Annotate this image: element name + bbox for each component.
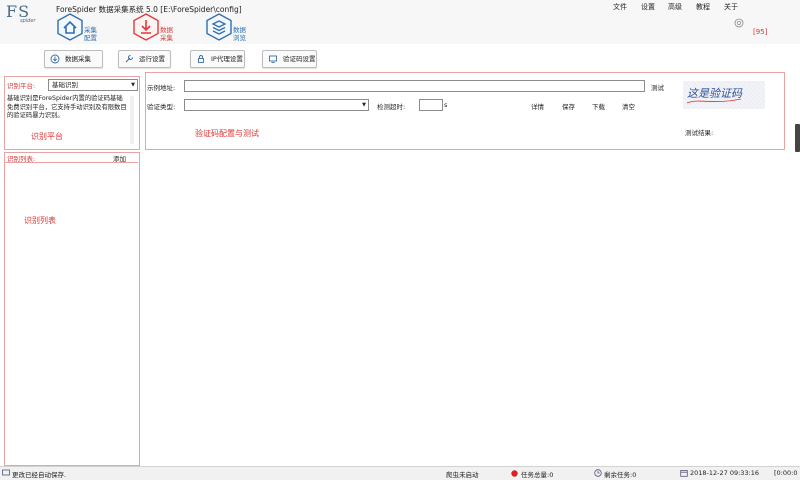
help-circle-icon[interactable] (734, 18, 744, 28)
page-indicator: [95] (753, 28, 768, 36)
platform-select[interactable]: 基础识别 ▼ (48, 79, 138, 91)
download-button[interactable]: 下载 (592, 101, 605, 111)
task-remaining: 剩余任务:0 (604, 471, 637, 479)
captcha-type-label: 验证类型: (147, 103, 176, 111)
save-button[interactable]: 保存 (562, 101, 575, 111)
timeout-label: 检测超时: (377, 103, 406, 111)
platform-selected-value: 基础识别 (52, 81, 78, 89)
nav-label-line2: 配置 (84, 34, 97, 42)
menu-advanced[interactable]: 高级 (668, 2, 682, 12)
list-annotation: 识别列表 (24, 216, 56, 225)
add-button[interactable]: 添加 (113, 153, 126, 163)
nav-data-collect-label: 数据 采集 (160, 26, 173, 42)
nav-label-line2: 浏览 (233, 34, 246, 42)
status-datetime: 2018-12-27 09:33:16 (690, 469, 760, 477)
elapsed-time: [0:00:0 (774, 469, 798, 477)
monitor-icon (2, 469, 10, 476)
menu-tutorial[interactable]: 教程 (696, 2, 710, 12)
test-button[interactable]: 测试 (651, 82, 664, 92)
ip-proxy-settings-label: IP代理设置 (211, 55, 243, 63)
captcha-settings-button[interactable]: 验证码设置 (262, 50, 317, 68)
calendar-icon (680, 470, 688, 477)
config-annotation: 验证码配置与测试 (195, 129, 259, 138)
crawler-state: 爬虫未启动 (446, 471, 479, 479)
data-collect-label: 数据采集 (65, 55, 91, 63)
platform-annotation: 识别平台 (31, 132, 63, 141)
layers-icon (206, 13, 232, 41)
nav-collect-config[interactable]: 采集 配置 (56, 13, 116, 43)
logo-subtext: spider (20, 18, 36, 24)
clear-button[interactable]: 清空 (622, 101, 635, 111)
nav-label-line1: 数据 (233, 26, 246, 34)
test-result-label: 测试结果: (685, 129, 714, 137)
lock-icon (198, 55, 204, 63)
platform-desc-scrollbar[interactable] (130, 96, 134, 144)
nav-label-line1: 数据 (160, 26, 173, 34)
chevron-down-icon: ▼ (131, 82, 135, 88)
nav-data-browse-label: 数据 浏览 (233, 26, 246, 42)
download-icon (133, 13, 159, 41)
example-url-input[interactable] (184, 80, 645, 92)
captcha-settings-label: 验证码设置 (283, 55, 316, 63)
status-bar: 更改已经自动保存. 爬虫未启动 任务总量:0 剩余任务:0 2018-12-27… (0, 466, 800, 480)
captcha-type-select[interactable]: ▼ (184, 99, 369, 111)
house-icon (57, 13, 83, 41)
menu-file[interactable]: 文件 (613, 2, 627, 12)
example-url-label: 示例地址: (147, 84, 176, 92)
run-settings-button[interactable]: 运行设置 (118, 50, 171, 68)
captcha-noise-line (686, 98, 742, 104)
cloud-download-icon (50, 54, 60, 64)
ip-proxy-settings-button[interactable]: IP代理设置 (190, 50, 245, 68)
nav-label-line1: 采集 (84, 26, 97, 34)
side-scroll-handle[interactable] (795, 124, 800, 152)
clock-icon (594, 469, 602, 477)
run-settings-label: 运行设置 (139, 55, 165, 63)
monitor-icon (269, 55, 277, 63)
task-total: 任务总量:0 (521, 471, 554, 479)
stop-dot-icon (511, 470, 518, 477)
recognition-list-panel (4, 152, 140, 466)
timeout-input[interactable] (419, 99, 443, 111)
menu-settings[interactable]: 设置 (641, 2, 655, 12)
menu-about[interactable]: 关于 (724, 2, 738, 12)
details-button[interactable]: 详情 (531, 101, 544, 111)
platform-label: 识别平台: (7, 82, 36, 90)
nav-label-line2: 采集 (160, 34, 173, 42)
nav-data-browse[interactable]: 数据 浏览 (205, 13, 265, 43)
nav-data-collect[interactable]: 数据 采集 (132, 13, 192, 43)
timeout-unit: s (444, 101, 448, 109)
captcha-image: 这是验证码 (683, 81, 765, 109)
recognition-list-label: 识别列表: (7, 155, 36, 163)
nav-collect-config-label: 采集 配置 (84, 26, 97, 42)
platform-description: 基础识别是ForeSpider内置的验证码基础免费识别平台，它支持手动识别及有限… (7, 95, 127, 119)
status-message: 更改已经自动保存. (12, 471, 67, 479)
chevron-down-icon: ▼ (362, 102, 366, 108)
app-logo: FS spider (6, 2, 40, 26)
data-collect-button[interactable]: 数据采集 (44, 50, 103, 68)
wrench-icon (125, 55, 133, 63)
